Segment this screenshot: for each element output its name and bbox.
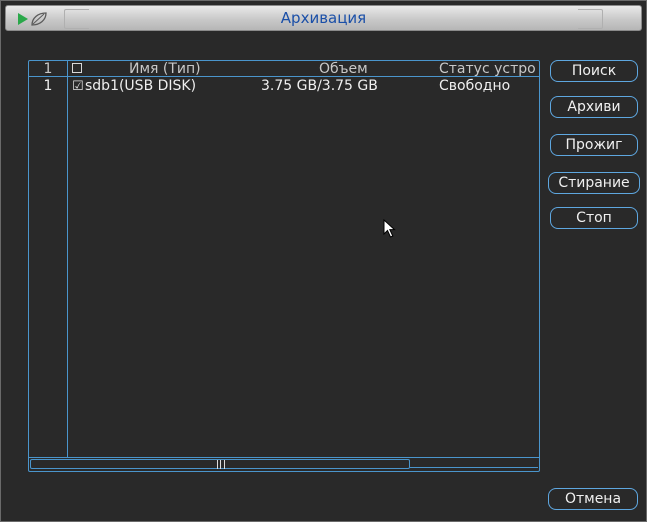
table-row[interactable]: 1 ☑ sdb1(USB DISK) 3.75 GB/3.75 GB Свобо…	[29, 78, 539, 94]
title-bar: Архивация	[5, 5, 642, 31]
header-index: 1	[43, 61, 53, 77]
select-all-checkbox[interactable]	[72, 61, 86, 77]
row-device-size: 3.75 GB/3.75 GB	[261, 78, 378, 94]
header-name[interactable]: Имя (Тип)	[129, 61, 309, 77]
grip-icon	[217, 460, 225, 469]
erase-button[interactable]: Стирание	[548, 172, 640, 194]
row-checkbox[interactable]: ☑	[72, 78, 86, 95]
horizontal-scrollbar[interactable]	[29, 457, 539, 471]
archive-button[interactable]: Архиви	[550, 96, 638, 118]
column-divider	[67, 61, 68, 457]
window-title: Архивация	[280, 9, 367, 27]
device-table: 1 Имя (Тип) Объем Статус устро 1 ☑ sdb1(…	[28, 60, 540, 472]
scrollbar-track[interactable]	[410, 467, 538, 468]
archive-window: Архивация 1 Имя (Тип) Объем Статус устро…	[0, 0, 647, 522]
stop-button[interactable]: Стоп	[550, 207, 638, 229]
row-index: 1	[43, 78, 53, 94]
row-device-name: sdb1(USB DISK)	[85, 78, 197, 94]
checkbox-unchecked-icon	[72, 63, 82, 73]
mouse-pointer-icon	[383, 219, 396, 238]
search-button[interactable]: Поиск	[550, 60, 638, 82]
checkbox-checked-icon: ☑	[72, 79, 84, 94]
table-header: 1 Имя (Тип) Объем Статус устро	[29, 61, 539, 77]
burn-button[interactable]: Прожиг	[550, 134, 638, 156]
header-status[interactable]: Статус устро	[439, 61, 539, 77]
title-decor-right	[578, 9, 603, 29]
scrollbar-thumb[interactable]	[30, 459, 410, 469]
cancel-button[interactable]: Отмена	[548, 488, 638, 510]
row-device-status: Свободно	[439, 78, 511, 94]
